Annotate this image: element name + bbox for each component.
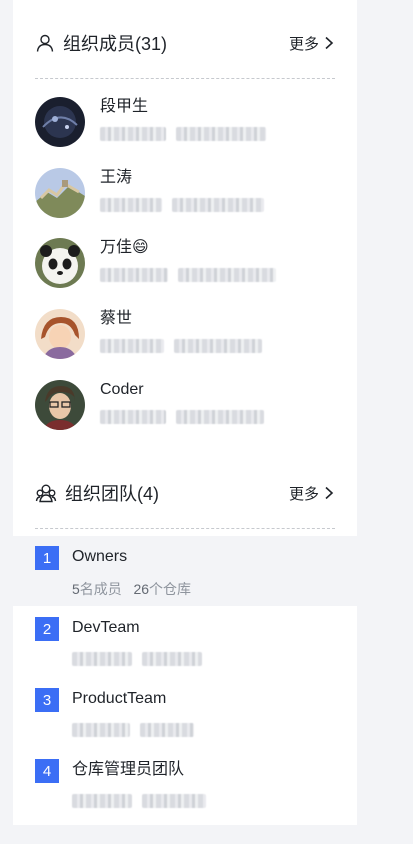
user-icon (36, 34, 54, 52)
avatar (35, 380, 85, 430)
team-repo-count: 26 (133, 581, 150, 597)
members-header: 组织成员(31) 更多 (35, 28, 335, 58)
member-detail-redacted (100, 198, 264, 212)
team-index-badge: 4 (35, 759, 59, 783)
team-index-badge: 1 (35, 546, 59, 570)
team-member-unit: 名成员 (79, 581, 122, 597)
team-member-count: 5 (72, 581, 80, 597)
member-name: 王涛 (100, 169, 133, 186)
team-index-badge: 3 (35, 688, 59, 712)
team-index-badge: 2 (35, 617, 59, 641)
team-item-owners[interactable]: 1 Owners 5名成员 26个仓库 (13, 536, 357, 606)
member-item[interactable]: Coder (35, 380, 335, 436)
teams-more-link[interactable]: 更多 (289, 483, 335, 504)
members-divider (35, 78, 335, 79)
team-item-repo-admins[interactable]: 4 仓库管理员团队 (13, 749, 357, 819)
team-name: ProductTeam (72, 690, 167, 707)
member-name: Coder (100, 381, 144, 398)
members-title-text: 组织成员(31) (63, 34, 168, 54)
avatar (35, 168, 85, 218)
teams-title-text: 组织团队(4) (65, 484, 159, 504)
member-name: 蔡世 (100, 310, 133, 327)
team-meta-redacted (72, 652, 202, 666)
members-title: 组织成员(31) (35, 30, 167, 56)
teams-divider (35, 528, 335, 529)
member-detail-redacted (100, 410, 264, 424)
avatar (35, 309, 85, 359)
member-detail-redacted (100, 339, 262, 353)
chevron-right-icon (325, 36, 334, 50)
team-item-productteam[interactable]: 3 ProductTeam (13, 678, 357, 748)
member-detail-redacted (100, 127, 266, 141)
members-more-label: 更多 (288, 35, 319, 53)
group-icon (35, 484, 57, 503)
team-meta-redacted (72, 794, 206, 808)
member-name: 万佳😄 (100, 239, 149, 256)
member-item[interactable]: 段甲生 (35, 97, 335, 153)
teams-more-label: 更多 (288, 485, 319, 503)
team-meta-redacted (72, 723, 194, 737)
avatar (35, 238, 85, 288)
members-more-link[interactable]: 更多 (289, 33, 335, 54)
member-name: 段甲生 (100, 98, 149, 115)
team-name: DevTeam (72, 619, 140, 636)
team-name: 仓库管理员团队 (72, 761, 185, 778)
team-item-devteam[interactable]: 2 DevTeam (13, 607, 357, 677)
avatar (35, 97, 85, 147)
teams-header: 组织团队(4) 更多 (35, 478, 335, 508)
org-side-panel: 组织成员(31) 更多 段甲生 王涛 万佳😄 蔡世 Coder 组织团队(4) … (13, 0, 357, 825)
team-name: Owners (72, 548, 128, 565)
team-meta: 5名成员 26个仓库 (72, 579, 191, 599)
teams-title: 组织团队(4) (35, 480, 159, 506)
member-item[interactable]: 蔡世 (35, 309, 335, 365)
chevron-right-icon (325, 486, 334, 500)
member-item[interactable]: 万佳😄 (35, 238, 335, 294)
team-repo-unit: 个仓库 (149, 581, 192, 597)
member-detail-redacted (100, 268, 276, 282)
member-item[interactable]: 王涛 (35, 168, 335, 224)
